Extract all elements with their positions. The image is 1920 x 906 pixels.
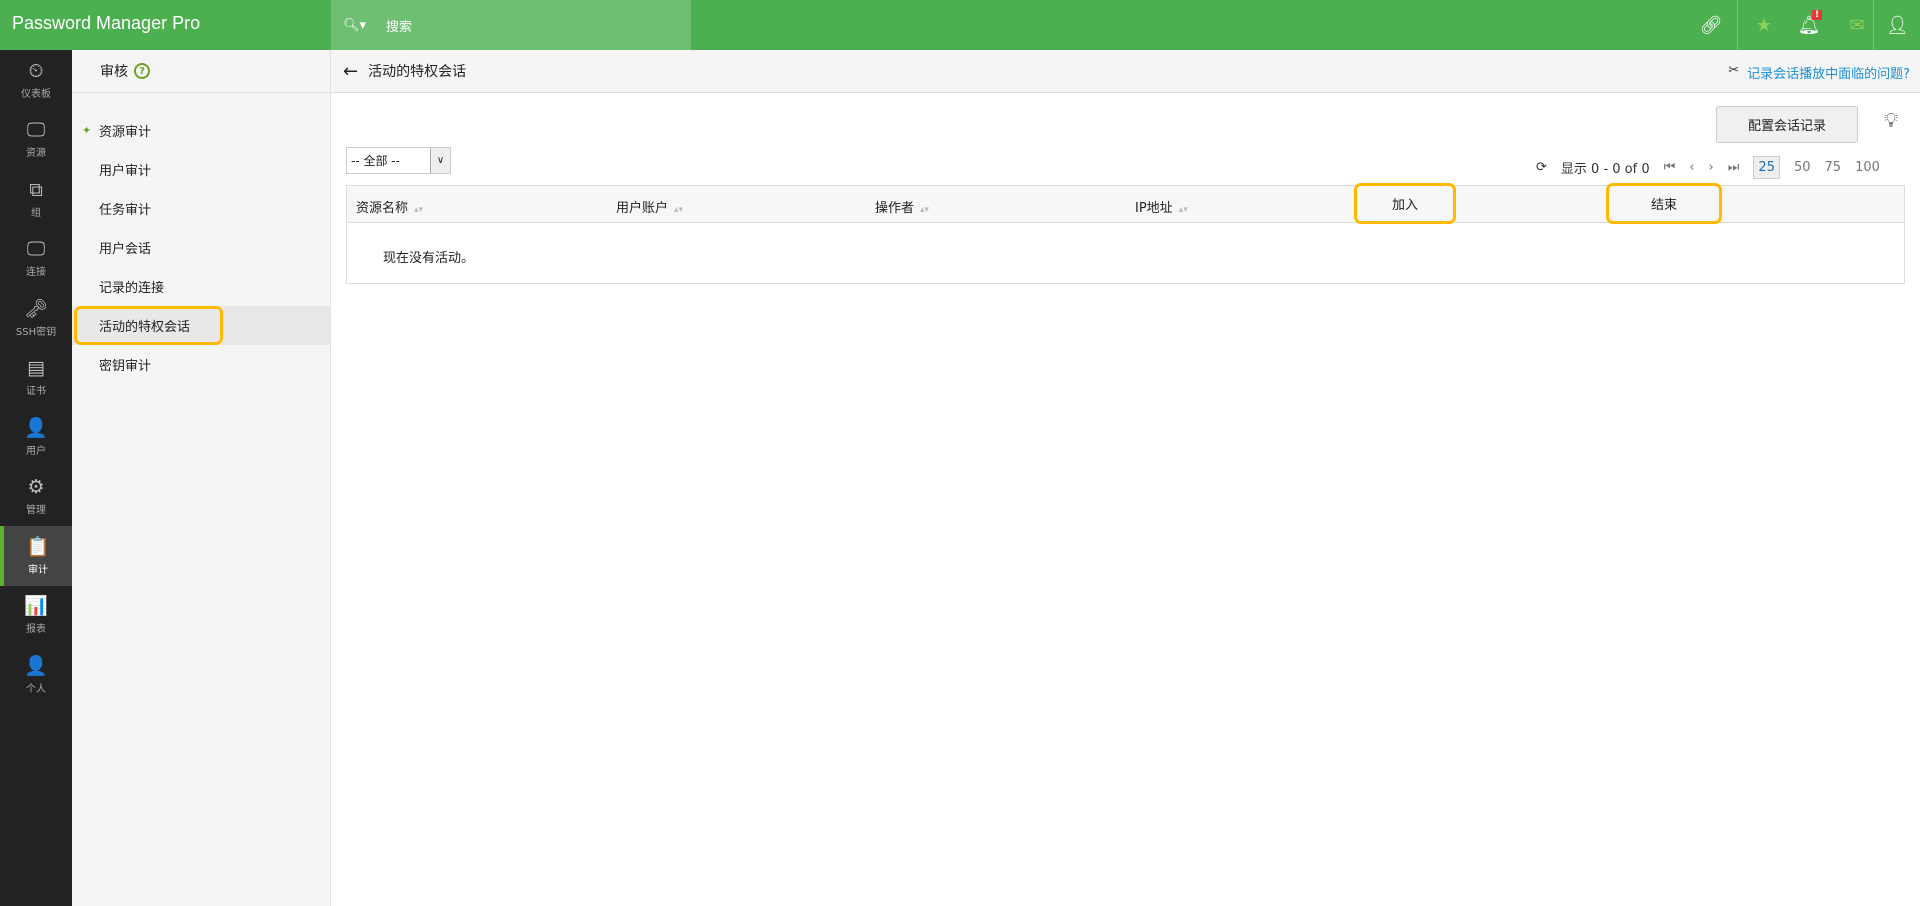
submenu-item-4[interactable]: 记录的连接	[72, 267, 330, 306]
bell-icon[interactable]: 🔔︎!	[1782, 0, 1836, 50]
submenu-item-1[interactable]: 用户审计	[72, 150, 330, 189]
col-user-account[interactable]: 用户账户 ▴▾	[616, 197, 683, 216]
col-end: 结束	[1606, 183, 1722, 224]
page-size-50[interactable]: 50	[1794, 160, 1811, 175]
page-size-75[interactable]: 75	[1825, 160, 1842, 175]
last-page-icon[interactable]: ⏭	[1728, 160, 1740, 175]
alert-badge: !	[1812, 10, 1823, 20]
tools-icon: ✂	[1728, 63, 1740, 78]
submenu-item-5[interactable]: 活动的特权会话	[72, 306, 330, 345]
page-size-100[interactable]: 100	[1855, 160, 1880, 175]
search-bar[interactable]: 🔍︎▾ 搜索	[331, 0, 691, 50]
nav-item-0[interactable]: ⏲ 仪表板	[0, 50, 72, 110]
lightbulb-icon[interactable]: 💡︎	[1884, 108, 1898, 132]
nav-icon: ⧉	[29, 178, 43, 201]
app-logo: Password Manager Pro	[12, 13, 201, 33]
main-nav: ⏲ 仪表板 🖵 资源 ⧉ 组 🖵 连接 🗝 SSH密钥 ▤ 证书 👤 用户 ⚙ 管理 📋 审计 📊 报表 👤 个人	[0, 50, 72, 906]
sort-icon: ▴▾	[414, 205, 424, 215]
help-link[interactable]: 记录会话播放中面临的问题?	[1747, 63, 1910, 82]
empty-message: 现在没有活动。	[383, 251, 475, 266]
first-page-icon[interactable]: ⏮	[1664, 160, 1676, 175]
help-icon[interactable]: ?	[134, 63, 150, 79]
main-panel: ← 活动的特权会话 ✂ 记录会话播放中面临的问题? 配置会话记录 💡︎ -- 全部 …	[331, 50, 1920, 906]
sort-icon: ▴▾	[674, 205, 684, 215]
configure-recording-button[interactable]: 配置会话记录	[1716, 106, 1858, 143]
submenu-label: 用户审计	[99, 164, 152, 179]
submenu-item-2[interactable]: 任务审计	[72, 189, 330, 228]
submenu-label: 记录的连接	[99, 281, 165, 296]
submenu-label: 任务审计	[99, 203, 152, 218]
filter-select[interactable]: -- 全部 -- ∨	[346, 147, 451, 174]
nav-icon: 📋	[26, 535, 50, 558]
search-input[interactable]: 搜索	[386, 16, 412, 35]
next-page-icon[interactable]: ›	[1709, 160, 1714, 175]
nav-label: SSH密钥	[15, 326, 57, 338]
nav-label: 连接	[26, 267, 46, 279]
col-join: 加入	[1354, 183, 1456, 224]
nav-item-8[interactable]: 📋 审计	[0, 526, 72, 586]
submenu-label: 用户会话	[99, 242, 152, 257]
nav-item-2[interactable]: ⧉ 组	[0, 169, 72, 229]
nav-icon: 🖵	[26, 119, 46, 142]
nav-icon: 🗝	[23, 297, 49, 320]
pin-icon: ✦	[82, 124, 92, 137]
sort-icon: ▴▾	[1178, 205, 1188, 215]
nav-label: 资源	[26, 148, 46, 160]
pagination: ⟳ 显示 0 - 0 of 0 ⏮ ‹ › ⏭ 25 50 75 100	[1536, 156, 1880, 179]
nav-icon: ⏲	[28, 59, 44, 82]
nav-label: 管理	[26, 505, 46, 517]
back-arrow-icon[interactable]: ←	[343, 61, 358, 82]
nav-item-7[interactable]: ⚙ 管理	[0, 467, 72, 527]
nav-label: 组	[31, 207, 41, 219]
nav-icon: ⚙	[27, 476, 45, 499]
user-icon[interactable]: 👤︎	[1875, 0, 1920, 50]
nav-label: 个人	[26, 683, 46, 695]
nav-icon: 👤	[24, 654, 48, 677]
top-bar: Password Manager Pro 🔍︎▾ 搜索 🔗︎ ★ 🔔︎! ✉ 👤︎	[0, 0, 1920, 50]
submenu-item-3[interactable]: 用户会话	[72, 228, 330, 267]
nav-label: 证书	[26, 386, 46, 398]
submenu-item-6[interactable]: 密钥审计	[72, 345, 330, 384]
nav-icon: ▤	[27, 357, 45, 380]
col-ip-address[interactable]: IP地址 ▴▾	[1135, 197, 1188, 216]
nav-icon: 🖵	[26, 238, 46, 261]
sort-icon: ▴▾	[920, 205, 930, 215]
nav-item-4[interactable]: 🗝 SSH密钥	[0, 288, 72, 348]
nav-item-3[interactable]: 🖵 连接	[0, 229, 72, 289]
nav-icon: 👤	[24, 416, 48, 439]
link-icon[interactable]: 🔗︎	[1684, 0, 1738, 50]
nav-item-6[interactable]: 👤 用户	[0, 407, 72, 467]
prev-page-icon[interactable]: ‹	[1689, 160, 1694, 175]
nav-item-10[interactable]: 👤 个人	[0, 645, 72, 705]
col-operator[interactable]: 操作者 ▴▾	[875, 197, 929, 216]
nav-icon: 📊	[24, 595, 48, 618]
pagination-text: 显示 0 - 0 of 0	[1560, 162, 1650, 177]
audit-submenu: 审核? ✦ 资源审计用户审计任务审计用户会话记录的连接活动的特权会话密钥审计	[72, 50, 331, 906]
nav-label: 仪表板	[21, 88, 51, 100]
search-icon[interactable]: 🔍︎▾	[343, 18, 366, 33]
page-title: 活动的特权会话	[368, 64, 467, 80]
nav-label: 报表	[26, 624, 46, 636]
submenu-label: 密钥审计	[99, 359, 152, 374]
submenu-label: 活动的特权会话	[73, 306, 224, 345]
submenu-item-0[interactable]: ✦ 资源审计	[72, 111, 330, 150]
col-resource-name[interactable]: 资源名称 ▴▾	[356, 197, 423, 216]
nav-item-1[interactable]: 🖵 资源	[0, 110, 72, 170]
nav-item-5[interactable]: ▤ 证书	[0, 348, 72, 408]
submenu-label: 资源审计	[99, 125, 152, 140]
nav-item-9[interactable]: 📊 报表	[0, 586, 72, 646]
sessions-table: 资源名称 ▴▾ 用户账户 ▴▾ 操作者 ▴▾ IP地址 ▴▾ 加入 结束 现在没有活动。	[346, 183, 1905, 284]
filter-value: -- 全部 --	[351, 154, 400, 168]
page-size-25[interactable]: 25	[1753, 156, 1780, 179]
table-header: 资源名称 ▴▾ 用户账户 ▴▾ 操作者 ▴▾ IP地址 ▴▾ 加入 结束	[347, 183, 1904, 224]
nav-label: 用户	[26, 445, 46, 457]
nav-label: 审计	[28, 564, 48, 576]
submenu-title: 审核	[100, 64, 128, 80]
refresh-icon[interactable]: ⟳	[1536, 160, 1547, 175]
chevron-down-icon[interactable]: ∨	[430, 148, 450, 173]
